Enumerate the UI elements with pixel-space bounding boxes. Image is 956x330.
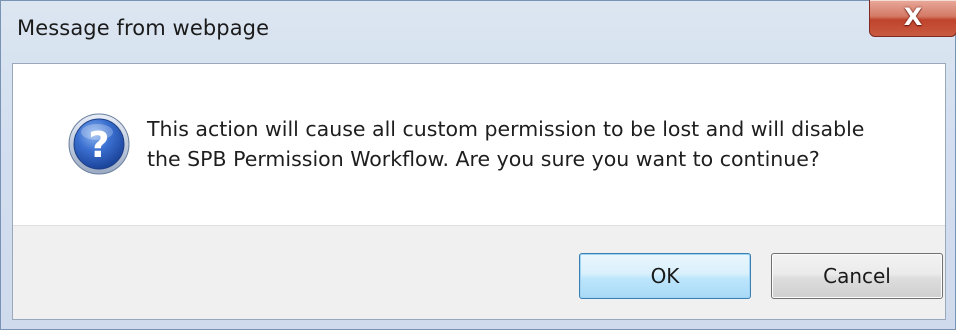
message-line-1: This action will cause all custom permis… (147, 117, 865, 141)
close-icon: X (903, 3, 923, 31)
message-dialog-window: Message from webpage X ? This action wil… (0, 0, 956, 330)
message-area: ? This action will cause all custom perm… (13, 64, 945, 225)
title-bar[interactable]: Message from webpage X (1, 0, 956, 63)
message-line-2: the SPB Permission Workflow. Are you sur… (147, 147, 820, 171)
question-mark-glyph: ? (89, 125, 110, 166)
dialog-message: This action will cause all custom permis… (147, 114, 927, 174)
window-title: Message from webpage (17, 16, 270, 40)
close-button[interactable]: X (869, 0, 956, 37)
cancel-button[interactable]: Cancel (771, 253, 943, 299)
question-icon: ? (68, 113, 130, 175)
ok-button[interactable]: OK (579, 253, 751, 299)
dialog-content: ? This action will cause all custom perm… (12, 63, 946, 320)
button-bar: OK Cancel (13, 225, 945, 319)
